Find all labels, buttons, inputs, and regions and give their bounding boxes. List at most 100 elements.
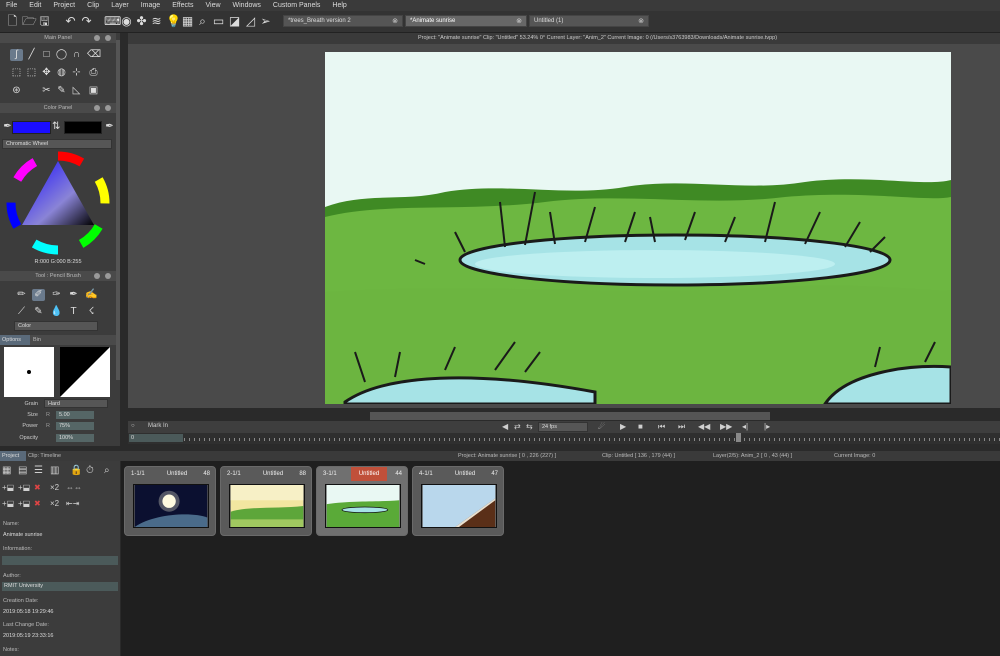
airbrush-icon[interactable]: ✑ [50, 289, 63, 301]
menu-clip[interactable]: Clip [81, 0, 105, 11]
scissors-icon[interactable]: ✂ [40, 85, 53, 97]
color-wheel[interactable] [6, 151, 110, 255]
smudge-icon[interactable]: ☇ [85, 306, 98, 318]
keyboard-icon[interactable]: ⌨ [104, 14, 121, 28]
panel-close-icon[interactable] [105, 105, 111, 111]
split-scene-icon[interactable]: ⇤⇥ [66, 499, 79, 508]
paint-icon[interactable]: ✍ [85, 289, 98, 301]
clip-card[interactable]: 2-1/1 Untitled 88 [220, 466, 312, 536]
menu-effects[interactable]: Effects [166, 0, 199, 11]
mark-in-label[interactable]: Mark In [148, 423, 168, 429]
menu-edit[interactable]: Edit [23, 0, 47, 11]
pencil-tool-icon[interactable]: ✏ [15, 289, 28, 301]
information-field[interactable] [2, 556, 118, 565]
author-field[interactable]: RMIT University [2, 582, 118, 591]
freehand-lasso-icon[interactable]: ∫ [10, 49, 23, 61]
opacity-field[interactable]: 100% [56, 434, 94, 442]
select-rect-icon[interactable]: ⬚ [10, 67, 23, 79]
tab-clip-timeline[interactable]: Clip: Timeline [28, 451, 61, 461]
screen-icon[interactable]: ▭ [212, 14, 225, 28]
menu-image[interactable]: Image [135, 0, 166, 11]
menu-custom-panels[interactable]: Custom Panels [267, 0, 326, 11]
rectangle-tool-icon[interactable]: □ [40, 49, 53, 61]
primary-color-swatch[interactable] [12, 121, 51, 134]
zoom-icon[interactable]: ⌕ [196, 14, 209, 28]
delete-scene-icon[interactable]: ✖ [34, 499, 41, 508]
knife-icon[interactable]: ⟋ [15, 306, 28, 318]
menu-file[interactable]: File [0, 0, 23, 11]
move-clip-icon[interactable]: ⇔⇔ [66, 483, 82, 492]
next-frame-icon[interactable]: ▶▶ [720, 422, 732, 431]
last-frame-icon[interactable]: ⏭ [678, 422, 685, 432]
secondary-color-swatch[interactable] [64, 121, 102, 134]
layers-icon[interactable]: ≋ [150, 14, 163, 28]
prev-frame-icon[interactable]: ◀◀ [698, 422, 710, 431]
add-clip-icon[interactable]: +⬓ [2, 483, 14, 492]
menu-view[interactable]: View [199, 0, 226, 11]
close-icon[interactable]: ⊗ [638, 16, 644, 27]
brush-icon[interactable]: ✤ [135, 14, 148, 28]
ruler-icon[interactable]: ◿ [244, 14, 257, 28]
power-field[interactable]: 75% [56, 422, 94, 430]
grain-dropdown[interactable]: Hard [44, 399, 108, 408]
add-scene-icon[interactable]: +⬓ [2, 499, 14, 508]
pencil-brush-icon[interactable]: ✐ [32, 289, 45, 301]
lock-icon[interactable]: 🔒 [70, 465, 82, 476]
warp-tool-icon[interactable]: ⊛ [10, 85, 23, 97]
fps-dropdown[interactable]: 24 fps [538, 422, 588, 432]
undo-icon[interactable]: ↶ [64, 14, 77, 28]
close-icon[interactable]: ⊗ [516, 16, 522, 27]
view-grid-icon[interactable]: ▦ [2, 465, 11, 476]
clip-card[interactable]: 4-1/1 Untitled 47 [412, 466, 504, 536]
duplicate-clip-icon[interactable]: ×2 [50, 483, 59, 492]
fill-tool-icon[interactable]: ◍ [55, 67, 68, 79]
doc-tab-trees[interactable]: *trees_Breath version 2 ⊗ [283, 15, 403, 27]
menu-windows[interactable]: Windows [227, 0, 267, 11]
water-icon[interactable]: 💧 [50, 306, 63, 318]
marker-icon[interactable]: ✒ [67, 289, 80, 301]
text-tool-icon[interactable]: T [67, 306, 80, 318]
curve-tool-icon[interactable]: ∩ [70, 49, 83, 61]
add-scene-after-icon[interactable]: +⬓ [18, 499, 30, 508]
doc-tab-animate-sunrise[interactable]: *Animate sunrise ⊗ [405, 15, 527, 27]
panel-menu-icon[interactable] [94, 273, 100, 279]
timer-icon[interactable]: ⏱ [86, 465, 94, 476]
timeline-ruler[interactable]: 0 [128, 433, 1000, 444]
tool-color-dropdown[interactable]: Color [14, 321, 98, 331]
menu-help[interactable]: Help [326, 0, 352, 11]
delete-clip-icon[interactable]: ✖ [34, 483, 41, 492]
move-tool-icon[interactable]: ✥ [40, 67, 53, 79]
select-shape-icon[interactable]: ⬚ [25, 67, 38, 79]
tab-project[interactable]: Project [0, 451, 26, 461]
volume-icon[interactable]: ◀ [502, 422, 508, 431]
new-file-icon[interactable]: 🗋 [6, 14, 19, 28]
size-field[interactable]: 5.00 [56, 411, 94, 419]
transform-tool-icon[interactable]: ⊹ [70, 67, 83, 79]
mirror-icon[interactable]: ◪ [228, 14, 241, 28]
eyedropper-icon[interactable]: ✒ [103, 121, 116, 133]
grid-icon[interactable]: ▦ [181, 14, 194, 28]
color-wheel-icon[interactable]: ◉ [120, 14, 133, 28]
view-strip-icon[interactable]: ▥ [50, 465, 59, 476]
playhead[interactable] [736, 433, 741, 442]
loop-icon[interactable]: ⇄ [514, 422, 521, 431]
open-file-icon[interactable]: 🗁 [22, 14, 37, 28]
play-icon[interactable]: ▶ [620, 422, 626, 431]
clip-card[interactable]: 1-1/1 Untitled 48 [124, 466, 216, 536]
send-icon[interactable]: ➢ [259, 14, 272, 28]
swap-colors-icon[interactable]: ⇅ [52, 121, 60, 133]
canvas-horizontal-scrollbar[interactable] [370, 412, 770, 420]
view-detail-icon[interactable]: ☰ [34, 465, 43, 476]
lightbulb-icon[interactable]: 💡 [166, 14, 181, 28]
tab-options[interactable]: Options [0, 335, 30, 345]
save-icon[interactable]: 🖫 [38, 14, 51, 28]
brush-tool-icon[interactable]: ✎ [32, 306, 45, 318]
line-tool-icon[interactable]: ╱ [25, 49, 38, 61]
step-forward-icon[interactable]: |▸ [764, 422, 770, 431]
first-frame-icon[interactable]: ⏮ [658, 422, 665, 432]
step-back-icon[interactable]: ◂| [742, 422, 748, 431]
onion-skin-icon[interactable]: ☄ [598, 422, 605, 431]
layer-tool-icon[interactable]: ▣ [87, 85, 100, 97]
color-mode-dropdown[interactable]: Chromatic Wheel [2, 139, 112, 149]
redo-icon[interactable]: ↷ [80, 14, 93, 28]
